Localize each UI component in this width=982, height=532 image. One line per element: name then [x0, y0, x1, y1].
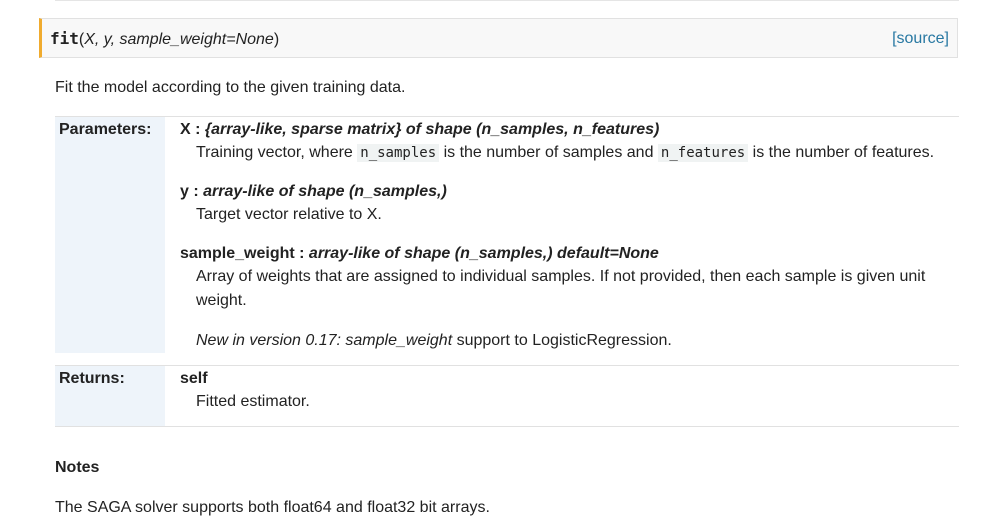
method-name: fit — [50, 29, 79, 48]
returns-body: self Fitted estimator. — [180, 366, 959, 414]
notes-heading: Notes — [55, 459, 100, 476]
parameters-row: Parameters: X : {array-like, sparse matr… — [55, 116, 959, 353]
param-description: Training vector, where n_samples is the … — [180, 141, 959, 165]
param-description-text: Array of weights that are assigned to in… — [196, 268, 926, 309]
top-divider — [55, 0, 959, 1]
method-signature: fit(X, y, sample_weight=None) [source] — [39, 18, 958, 58]
returns-label: Returns: — [55, 366, 165, 426]
signature-close-paren: ) — [273, 31, 280, 48]
return-description: Fitted estimator. — [196, 393, 310, 410]
return-name: self — [180, 370, 208, 387]
version-rest: support to LogisticRegression. — [452, 332, 672, 349]
desc-text: is the number of samples and — [439, 144, 658, 161]
signature-text: fit(X, y, sample_weight=None) — [50, 29, 279, 50]
param-description: Target vector relative to X. — [196, 206, 382, 223]
version-added: New in version 0.17: — [196, 332, 346, 349]
method-description: Fit the model according to the given tra… — [55, 79, 406, 96]
parameters-label: Parameters: — [55, 117, 165, 353]
return-self: self Fitted estimator. — [180, 368, 959, 414]
source-link[interactable]: [source] — [892, 29, 949, 49]
returns-row: Returns: self Fitted estimator. — [55, 365, 959, 427]
code-literal: n_samples — [357, 144, 440, 162]
param-separator: : — [190, 121, 205, 138]
version-emph: sample_weight — [345, 332, 453, 349]
desc-text: is the number of features. — [748, 144, 935, 161]
param-name: X — [180, 121, 191, 138]
param-description: Array of weights that are assigned to in… — [180, 265, 959, 353]
param-type: array-like of shape (n_samples,) default… — [308, 245, 659, 262]
version-note: New in version 0.17: sample_weight suppo… — [196, 329, 959, 353]
field-list: Parameters: X : {array-like, sparse matr… — [55, 116, 959, 427]
param-type: array-like of shape (n_samples,) — [203, 183, 447, 200]
param-x: X : {array-like, sparse matrix} of shape… — [180, 119, 959, 165]
notes-text: The SAGA solver supports both float64 an… — [55, 499, 490, 516]
param-separator: : — [188, 183, 204, 200]
desc-text: Training vector, where — [196, 144, 358, 161]
param-name: y — [180, 183, 189, 200]
code-literal: n_features — [657, 144, 749, 162]
method-args: X, y, sample_weight=None — [84, 31, 274, 48]
param-separator: : — [294, 245, 309, 262]
param-name: sample_weight — [180, 245, 295, 262]
param-sample-weight: sample_weight : array-like of shape (n_s… — [180, 243, 959, 353]
parameters-body: X : {array-like, sparse matrix} of shape… — [180, 117, 959, 353]
param-y: y : array-like of shape (n_samples,) Tar… — [180, 181, 959, 227]
param-type: {array-like, sparse matrix} of shape (n_… — [204, 121, 660, 138]
